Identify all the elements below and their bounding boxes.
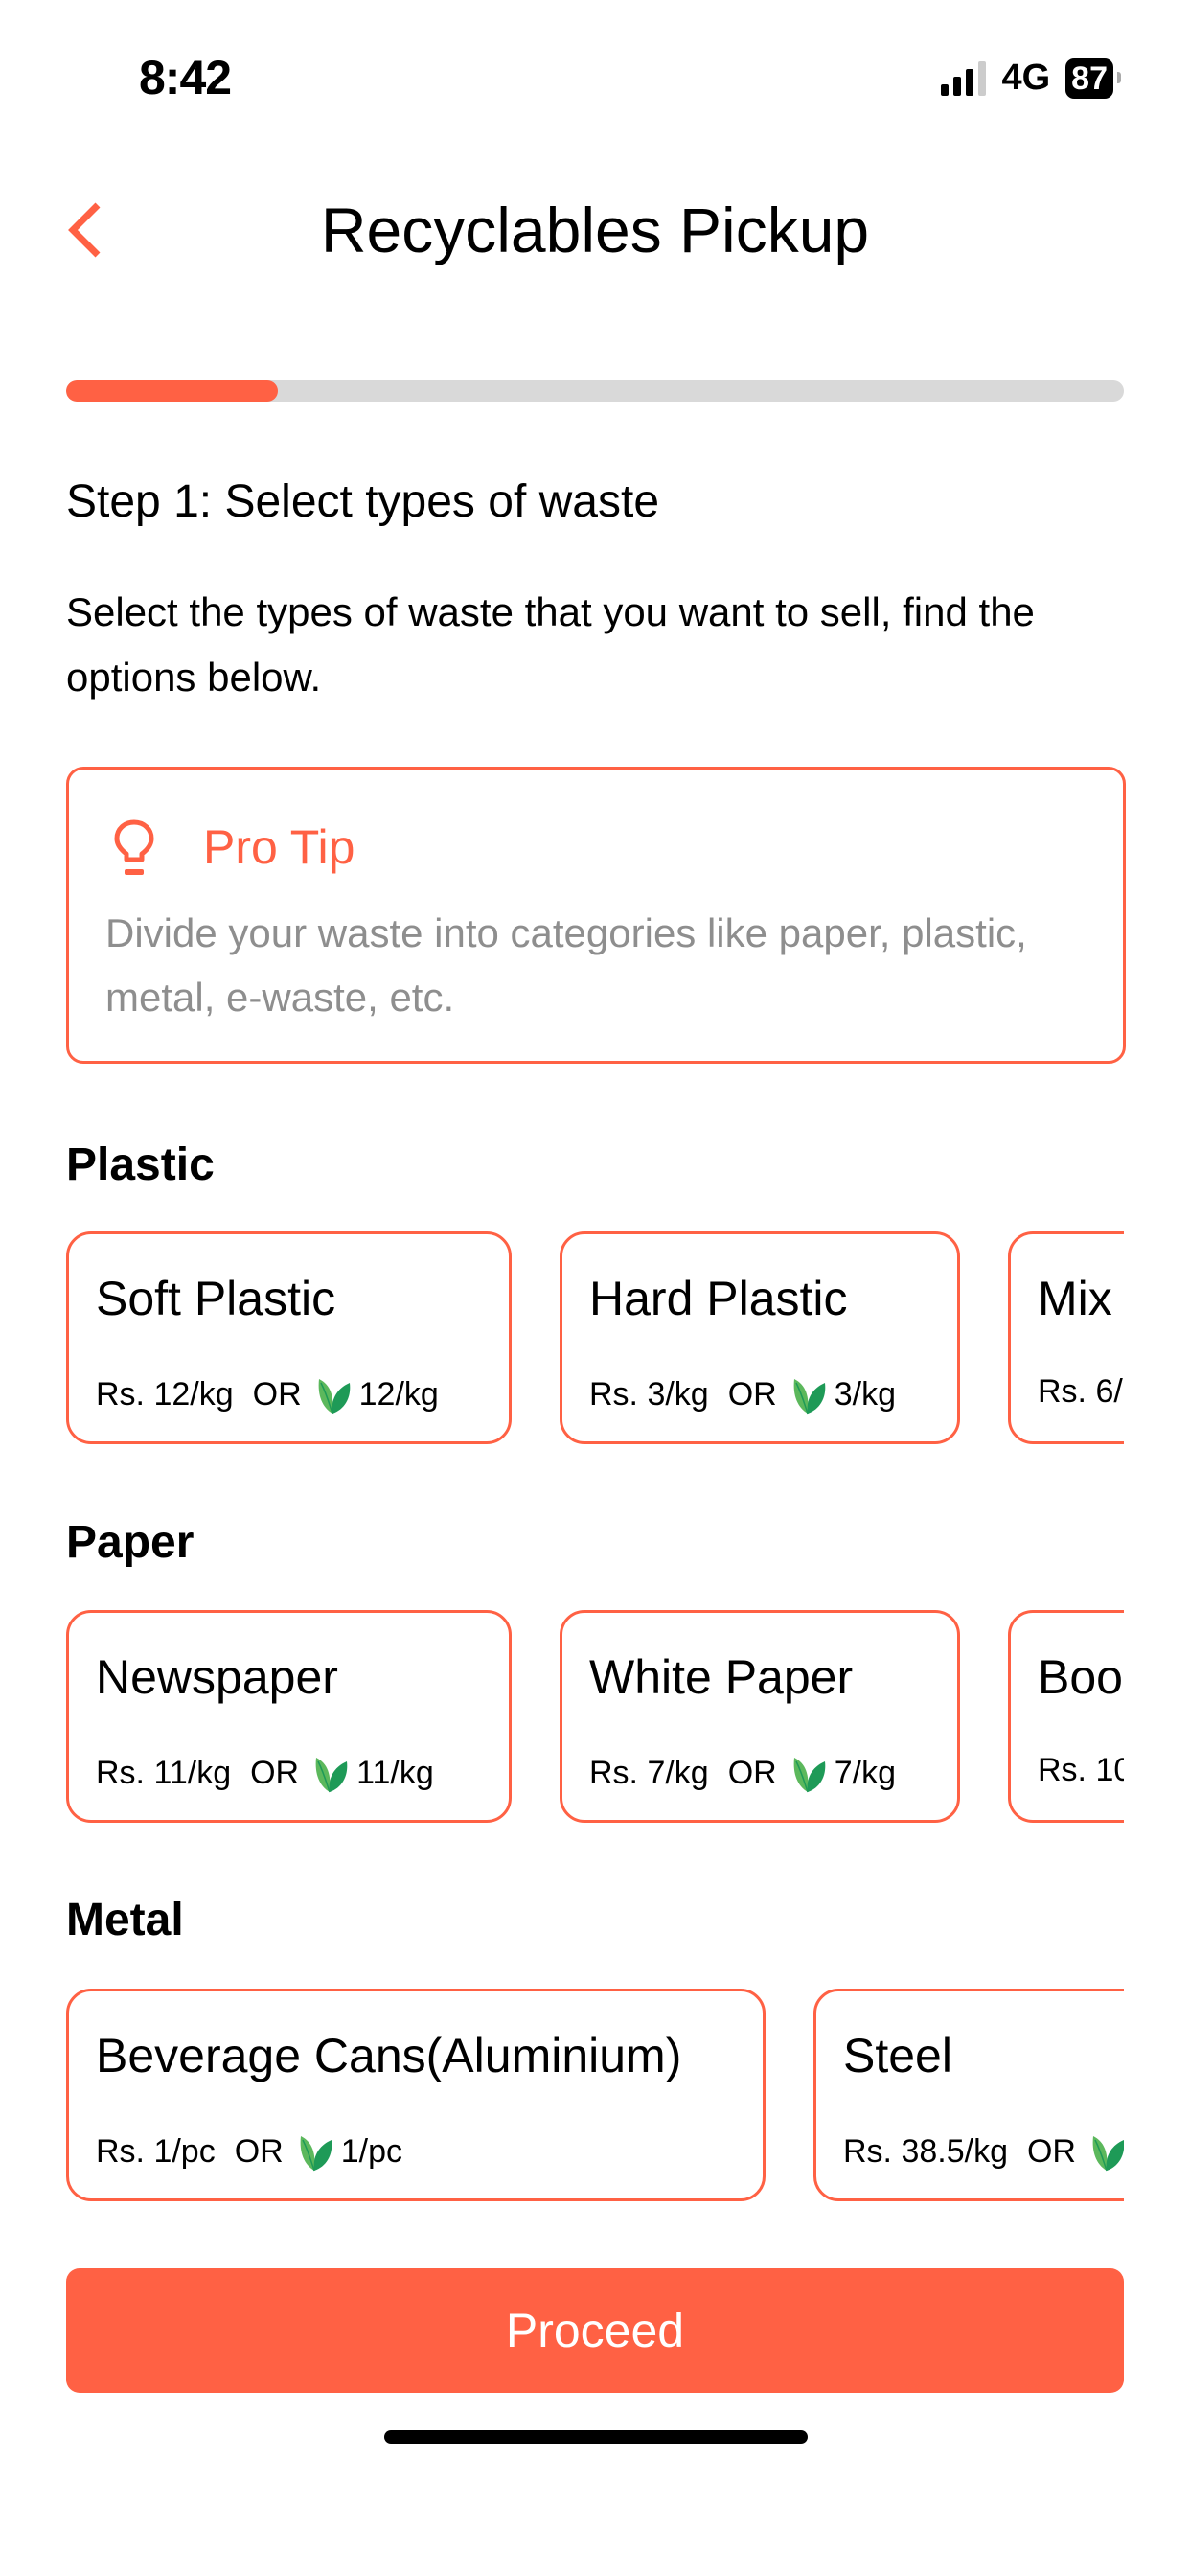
progress-bar xyxy=(66,380,1124,402)
section-title-plastic: Plastic xyxy=(66,1139,215,1190)
waste-type-name: Newspaper xyxy=(96,1650,338,1704)
lightbulb-icon xyxy=(114,819,154,875)
plastic-options-row[interactable]: Soft Plastic Rs. 12/kg OR 12/kg Hard Plasti… xyxy=(66,1231,1124,1444)
pro-tip-title: Pro Tip xyxy=(203,820,355,874)
network-type: 4G xyxy=(1001,58,1051,98)
status-time: 8:42 xyxy=(139,51,232,104)
waste-price: Rs. 6/ xyxy=(1038,1373,1123,1411)
waste-price: Rs. 11/kg OR 11/kg xyxy=(96,1752,434,1794)
page-title: Recyclables Pickup xyxy=(320,195,870,265)
or-label: OR xyxy=(727,1375,777,1413)
section-title-metal: Metal xyxy=(66,1895,184,1945)
cash-price: Rs. 3/kg xyxy=(589,1375,709,1413)
points-price: 11/kg xyxy=(356,1754,434,1791)
cash-price: Rs. 38.5/kg xyxy=(843,2132,1008,2170)
waste-type-card[interactable]: Mix Rs. 6/ xyxy=(1008,1231,1124,1444)
waste-type-card[interactable]: Steel Rs. 38.5/kg OR xyxy=(813,1989,1124,2201)
waste-type-card[interactable]: Newspaper Rs. 11/kg OR 11/kg xyxy=(66,1610,512,1823)
or-label: OR xyxy=(252,1375,302,1413)
step-description: Select the types of waste that you want … xyxy=(66,589,1035,700)
signal-icon xyxy=(941,60,987,96)
leaf-points-icon xyxy=(300,2136,332,2172)
leaf-points-icon xyxy=(793,1758,826,1793)
points-price: 12/kg xyxy=(358,1375,439,1413)
waste-type-card[interactable]: Boo Rs. 10 xyxy=(1008,1610,1124,1823)
cash-price: Rs. 12/kg xyxy=(96,1375,234,1413)
points-price: 3/kg xyxy=(834,1375,896,1413)
cash-price: Rs. 1/pc xyxy=(96,2132,216,2170)
waste-price: Rs. 38.5/kg OR xyxy=(843,2130,1124,2173)
cash-price: Rs. 10 xyxy=(1038,1752,1124,1788)
points-price: 1/pc xyxy=(340,2132,402,2170)
or-label: OR xyxy=(1026,2132,1076,2170)
waste-type-name: Beverage Cans(Aluminium) xyxy=(96,2029,682,2082)
pro-tip-text: Divide your waste into categories like p… xyxy=(105,910,1027,1020)
proceed-button[interactable]: Proceed xyxy=(66,2268,1124,2393)
leaf-points-icon xyxy=(1092,2136,1124,2172)
waste-price: Rs. 7/kg OR 7/kg xyxy=(589,1752,896,1794)
points-price: 7/kg xyxy=(834,1754,896,1791)
or-label: OR xyxy=(234,2132,284,2170)
waste-type-name: Steel xyxy=(843,2029,952,2082)
or-label: OR xyxy=(727,1754,777,1791)
waste-price: Rs. 1/pc OR 1/pc xyxy=(96,2130,402,2173)
waste-type-name: Boo xyxy=(1038,1650,1123,1704)
waste-type-card[interactable]: Soft Plastic Rs. 12/kg OR 12/kg xyxy=(66,1231,512,1444)
pro-tip-box: Pro Tip Divide your waste into categorie… xyxy=(66,767,1126,1064)
waste-price: Rs. 10 xyxy=(1038,1752,1124,1789)
cash-price: Rs. 6/ xyxy=(1038,1373,1123,1410)
cash-price: Rs. 11/kg xyxy=(96,1754,232,1791)
or-label: OR xyxy=(250,1754,300,1791)
status-icons: 4G 87 xyxy=(941,58,1121,99)
waste-type-name: White Paper xyxy=(589,1650,854,1704)
leaf-points-icon xyxy=(318,1379,350,1414)
waste-type-card[interactable]: White Paper Rs. 7/kg OR 7/kg xyxy=(560,1610,960,1823)
progress-fill xyxy=(66,380,278,402)
leaf-points-icon xyxy=(793,1379,826,1414)
step-title: Step 1: Select types of waste xyxy=(66,476,660,527)
battery-icon: 87 xyxy=(1065,58,1121,99)
cash-price: Rs. 7/kg xyxy=(589,1754,709,1791)
metal-options-row[interactable]: Beverage Cans(Aluminium) Rs. 1/pc OR 1/pc S… xyxy=(66,1989,1124,2201)
waste-type-card[interactable]: Beverage Cans(Aluminium) Rs. 1/pc OR 1/pc xyxy=(66,1989,766,2201)
waste-type-name: Soft Plastic xyxy=(96,1272,336,1325)
waste-type-name: Mix xyxy=(1038,1272,1112,1325)
paper-options-row[interactable]: Newspaper Rs. 11/kg OR 11/kg White Paper Rs… xyxy=(66,1610,1124,1823)
section-title-paper: Paper xyxy=(66,1517,195,1568)
waste-type-name: Hard Plastic xyxy=(589,1272,848,1325)
leaf-points-icon xyxy=(315,1758,348,1793)
waste-price: Rs. 12/kg OR 12/kg xyxy=(96,1373,439,1415)
home-indicator xyxy=(384,2430,808,2444)
waste-price: Rs. 3/kg OR 3/kg xyxy=(589,1373,896,1415)
waste-type-card[interactable]: Hard Plastic Rs. 3/kg OR 3/kg xyxy=(560,1231,960,1444)
